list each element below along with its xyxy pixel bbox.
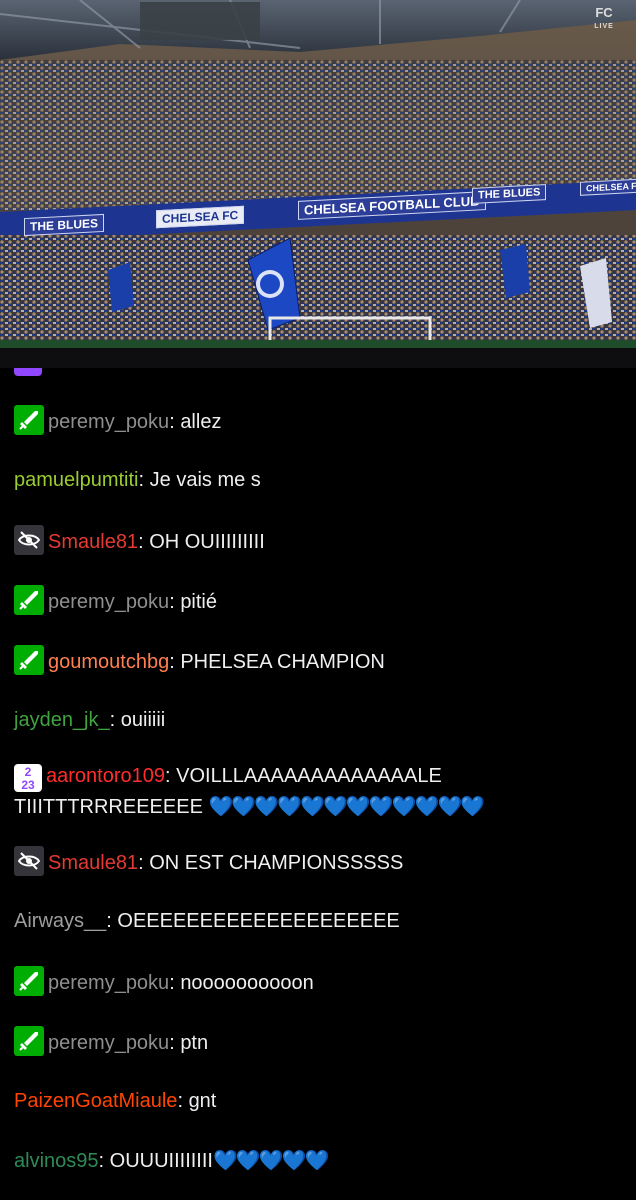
chat-separator: : (138, 531, 150, 553)
chat-separator: : (169, 972, 181, 994)
stadium-scene (0, 0, 636, 348)
chat-message: pamuelpumtiti: Je vais me s (14, 465, 622, 495)
chat-message: 2 23 aarontoro109: VOILLLAAAAAAAAAAAAALE TI… (14, 761, 622, 822)
chat-separator: : (169, 591, 181, 613)
chat-username[interactable]: PaizenGoatMiaule (14, 1090, 177, 1112)
banner-ad: CHELSEA FC (580, 178, 636, 196)
partial-badge-icon (14, 368, 42, 376)
chat-separator: : (169, 1032, 181, 1054)
chat-username[interactable]: pamuelpumtiti (14, 469, 139, 491)
chat-message: goumoutchbg: PHELSEA CHAMPION (14, 645, 622, 677)
chat-username[interactable]: jayden_jk_ (14, 709, 110, 731)
chat-message-text: OUUUIIIIIIII (109, 1150, 213, 1172)
chat-separator: : (109, 709, 121, 731)
chat-message: Airways__: OEEEEEEEEEEEEEEEEEEEE (14, 906, 622, 936)
chat-separator: : (169, 411, 181, 433)
chat-separator: : (169, 651, 181, 673)
chat-message: PaizenGoatMiaule: gnt (14, 1086, 622, 1116)
chat-message: alvinos95: OUUUIIIIIIII💙💙💙💙💙 (14, 1146, 622, 1176)
chat-message: peremy_poku: allez (14, 405, 622, 437)
chat-message: peremy_poku: pitié (14, 585, 622, 617)
blue-heart-emotes: 💙💙💙💙💙 (212, 1150, 330, 1172)
chat-username[interactable]: peremy_poku (48, 411, 169, 433)
blind-icon[interactable] (14, 525, 44, 555)
chat-username[interactable]: aarontoro109 (46, 765, 165, 787)
chat-message-text: ouiiiii (120, 709, 166, 731)
chat-separator: : (98, 1150, 110, 1172)
mod-sword-icon[interactable] (14, 1026, 44, 1056)
chat-username[interactable]: peremy_poku (48, 972, 169, 994)
chat-username[interactable]: peremy_poku (48, 1032, 169, 1054)
chat-header-divider (0, 348, 636, 368)
chat-message: peremy_poku: ptn (14, 1026, 622, 1058)
chat-message: Smaule81: ON EST CHAMPIONSSSSS (14, 846, 622, 878)
chat-username[interactable]: goumoutchbg (48, 651, 169, 673)
chat-message: peremy_poku: noooooooooon (14, 966, 622, 998)
chat-message-text: gnt (188, 1090, 217, 1112)
chat-username[interactable]: Smaule81 (48, 531, 138, 553)
sub-2023-icon[interactable]: 2 23 (14, 764, 42, 792)
chat-separator: : (177, 1090, 189, 1112)
chat-message-text: VOILLLAAAAAAAAAAAAALE (176, 765, 442, 787)
chat-message-text: pitié (180, 591, 218, 613)
chat-separator: : (106, 910, 118, 932)
chat-username[interactable]: peremy_poku (48, 591, 169, 613)
chat-separator: : (164, 765, 177, 787)
mod-sword-icon[interactable] (14, 585, 44, 615)
chat-message-text: allez (180, 411, 222, 433)
chat-message: jayden_jk_: ouiiiii (14, 705, 622, 735)
mod-sword-icon[interactable] (14, 405, 44, 435)
chat-message-text: ON EST CHAMPIONSSSSS (149, 852, 404, 874)
chat-message-text: ptn (180, 1032, 209, 1054)
chat-message-text: OEEEEEEEEEEEEEEEEEEEE (117, 910, 400, 932)
chat-message: Smaule81: OH OUIIIIIIIII (14, 525, 622, 557)
blue-heart-emotes: 💙💙💙💙💙💙💙💙💙💙💙💙 (208, 796, 485, 818)
chat-message-text: PHELSEA CHAMPION (180, 651, 385, 673)
ea-fc-logo: FC LIVE (584, 6, 624, 31)
chat-username[interactable]: Smaule81 (48, 852, 138, 874)
chat-message-text: noooooooooon (180, 972, 314, 994)
blind-icon[interactable] (14, 846, 44, 876)
chat-message-text: OH OUIIIIIIIII (149, 531, 265, 553)
mod-sword-icon[interactable] (14, 645, 44, 675)
chat-username[interactable]: Airways__ (14, 910, 106, 932)
video-player[interactable]: THE BLUES CHELSEA FC CHELSEA FOOTBALL CL… (0, 0, 636, 348)
mod-sword-icon[interactable] (14, 966, 44, 996)
chat-message-text-continued: TIIITTTRRREEEEEE (14, 796, 209, 818)
live-label: LIVE (594, 23, 614, 30)
chat-separator: : (138, 852, 150, 874)
chat-message-text: Je vais me s (149, 469, 261, 491)
chat-username[interactable]: alvinos95 (14, 1150, 99, 1172)
chat-separator: : (138, 469, 150, 491)
chat-panel[interactable]: peremy_poku: allez pamuelpumtiti: Je vais… (0, 368, 636, 1200)
